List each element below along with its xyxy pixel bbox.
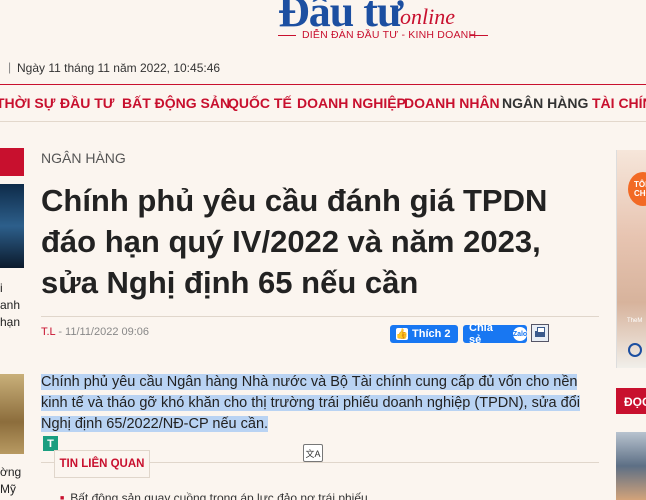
article-meta: T.L - 11/11/2022 09:06 (41, 326, 149, 338)
article-summary: Chính phủ yêu cầu Ngân hàng Nhà nước và … (41, 372, 589, 435)
share-button[interactable]: Chia sẻ Zalo (463, 322, 527, 346)
nav-item-thoi-su[interactable]: THỜI SỰ (0, 95, 55, 111)
zalo-icon: Zalo (513, 327, 527, 341)
ad-small-text: TheM (627, 318, 643, 324)
left-text-1[interactable]: i (0, 281, 3, 295)
nav-item-tai-chinh[interactable]: TÀI CHÍNH (592, 95, 646, 111)
nav-item-quoc-te[interactable]: QUỐC TẾ (228, 95, 292, 111)
left-text-2[interactable]: anh (0, 298, 20, 312)
meta-divider (41, 316, 599, 317)
article-date: - 11/11/2022 09:06 (55, 326, 150, 338)
tagline-line-right (470, 35, 488, 36)
left-section-header (0, 148, 24, 176)
site-header: Đầu tư online DIỄN ĐÀN ĐẦU TƯ - KINH DOA… (0, 0, 646, 50)
article-title: Chính phủ yêu cầu đánh giá TPDN đáo hạn … (41, 183, 548, 300)
tagline-line-left (278, 35, 296, 36)
left-text-4[interactable]: ờng (0, 465, 21, 479)
related-news-tab: TIN LIÊN QUAN (54, 450, 150, 478)
nav-item-dau-tu[interactable]: ĐẦU TƯ (60, 95, 114, 111)
article-author[interactable]: T.L (41, 326, 55, 338)
date-row: | Ngày 11 tháng 11 năm 2022, 10:45:46 (0, 58, 646, 80)
date-separator: | (8, 60, 12, 74)
facebook-like-button[interactable]: 👍 Thích 2 (390, 325, 458, 343)
left-thumbnail-1[interactable] (0, 184, 24, 268)
right-section-header: ĐỌC (616, 388, 646, 414)
left-text-5[interactable]: Mỹ (0, 482, 16, 496)
main-nav: THỜI SỰ ĐẦU TƯ BẤT ĐỘNG SẢN QUỐC TẾ DOAN… (0, 84, 646, 122)
like-label: Thích 2 (412, 328, 451, 340)
left-text-3[interactable]: hạn (0, 315, 20, 329)
selected-summary-text: Chính phủ yêu cầu Ngân hàng Nhà nước và … (41, 374, 580, 432)
article-category[interactable]: NGÂN HÀNG (41, 150, 126, 166)
nav-item-doanh-nghiep[interactable]: DOANH NGHIỆP (297, 95, 406, 111)
left-thumbnail-2[interactable] (0, 374, 24, 454)
right-thumbnail[interactable] (616, 432, 646, 500)
print-icon[interactable] (531, 324, 549, 342)
site-logo-online[interactable]: online (400, 4, 455, 30)
tagline-wrap: DIỄN ĐÀN ĐẦU TƯ - KINH DOANH (278, 29, 488, 41)
current-date: Ngày 11 tháng 11 năm 2022, 10:45:46 (17, 61, 221, 75)
nav-item-bat-dong-san[interactable]: BẤT ĐỘNG SẢN (122, 95, 230, 111)
site-tagline: DIỄN ĐÀN ĐẦU TƯ - KINH DOANH (302, 29, 477, 41)
ad-logo-icon (628, 343, 642, 357)
translate-icon[interactable]: 文A (303, 444, 323, 462)
text-tool-icon[interactable]: T (43, 436, 58, 451)
nav-item-doanh-nhan[interactable]: DOANH NHÂN (404, 95, 500, 111)
nav-item-ngan-hang[interactable]: NGÂN HÀNG (502, 95, 588, 111)
share-label: Chia sẻ (469, 322, 493, 346)
related-news-item[interactable]: Bất động sản quay cuồng trong áp lực đảo… (60, 491, 367, 500)
thumbs-up-icon: 👍 (395, 328, 409, 340)
